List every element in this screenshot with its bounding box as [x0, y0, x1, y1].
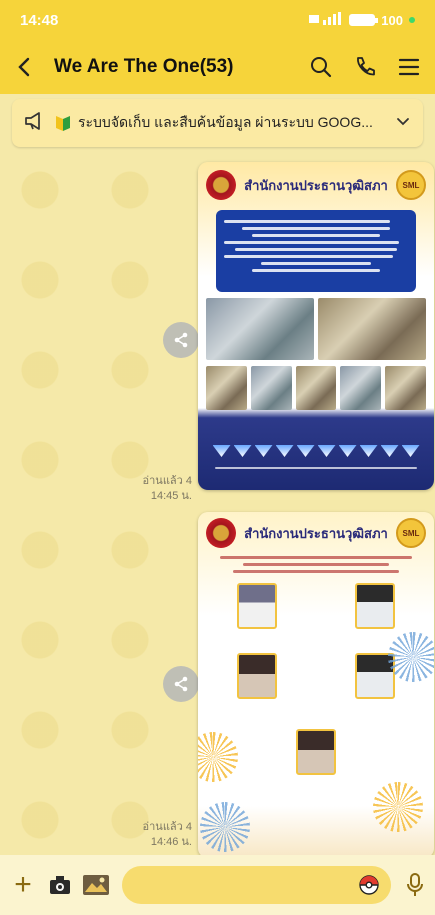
camera-icon[interactable]: [48, 873, 72, 897]
announcement-text: ระบบจัดเก็บ และสืบค้นข้อมูล ผ่านระบบ GOO…: [78, 114, 373, 130]
awardee-photo: [355, 583, 395, 629]
awardee-photo: [237, 583, 277, 629]
poster-text-box: [216, 210, 416, 292]
sticker-icon[interactable]: [359, 875, 379, 895]
chat-header: We Are The One(53): [0, 40, 435, 94]
sml-logo-icon: SML: [396, 518, 426, 548]
megaphone-icon: [24, 111, 46, 136]
award-photo: [318, 298, 426, 360]
image-message[interactable]: สำนักงานประธานวุฒิสภา SML: [198, 162, 434, 490]
read-count: อ่านแล้ว 4: [142, 475, 192, 487]
microphone-icon[interactable]: [405, 872, 425, 898]
message-time: 14:45 น.: [150, 490, 192, 502]
poster-subtitle: [212, 556, 420, 573]
photo-row: [206, 366, 426, 410]
poster-header: สำนักงานประธานวุฒิสภา SML: [198, 512, 434, 552]
message-time: 14:46 น.: [150, 836, 192, 848]
poster-footer: [198, 428, 434, 490]
awardee-row: [198, 583, 434, 629]
share-button[interactable]: [163, 666, 199, 702]
award-photo: [250, 366, 292, 410]
menu-icon[interactable]: [397, 55, 421, 79]
announcement-banner[interactable]: ระบบจัดเก็บ และสืบค้นข้อมูล ผ่านระบบ GOO…: [12, 99, 423, 147]
read-count: อ่านแล้ว 4: [142, 821, 192, 833]
seal-logo-icon: [206, 170, 236, 200]
group-photo: [206, 298, 314, 360]
add-button[interactable]: +: [10, 870, 36, 900]
poster-title: สำนักงานประธานวุฒิสภา: [244, 177, 388, 193]
message-input[interactable]: [122, 866, 391, 904]
share-button[interactable]: [163, 322, 199, 358]
message-meta: อ่านแล้ว 4 14:46 น.: [134, 820, 192, 850]
phone-icon[interactable]: [353, 55, 377, 79]
status-bar: 14:48 100: [0, 0, 435, 40]
award-photo: [340, 366, 382, 410]
sml-logo-icon: SML: [396, 170, 426, 200]
signal-icon: [309, 11, 343, 29]
award-photo: [206, 366, 247, 410]
award-photo: [385, 366, 426, 410]
input-bar: +: [0, 855, 435, 915]
battery-level: 100: [381, 12, 403, 28]
image-message[interactable]: สำนักงานประธานวุฒิสภา SML: [198, 512, 434, 858]
back-icon[interactable]: [14, 56, 36, 78]
poster-title: สำนักงานประธานวุฒิสภา: [244, 525, 388, 541]
gallery-icon[interactable]: [82, 874, 110, 896]
status-dot-icon: [409, 17, 415, 23]
search-icon[interactable]: [309, 55, 333, 79]
awardee-photo: [296, 729, 336, 775]
firework-decoration: [388, 632, 434, 682]
award-photo: [295, 366, 337, 410]
message-meta: อ่านแล้ว 4 14:45 น.: [134, 474, 192, 504]
chevron-down-icon[interactable]: [395, 113, 411, 134]
poster-header: สำนักงานประธานวุฒิสภา SML: [198, 162, 434, 204]
chat-title: We Are The One(53): [54, 56, 234, 77]
status-time: 14:48: [20, 11, 59, 29]
medal-row: [212, 445, 420, 457]
battery-icon: [349, 14, 379, 26]
awardee-photo: [237, 653, 277, 699]
seal-logo-icon: [206, 518, 236, 548]
firework-decoration: [200, 802, 250, 852]
firework-decoration: [373, 782, 423, 832]
photo-row: [206, 298, 426, 360]
beginner-flag-icon: [56, 114, 70, 132]
status-icons: 100: [309, 11, 415, 29]
